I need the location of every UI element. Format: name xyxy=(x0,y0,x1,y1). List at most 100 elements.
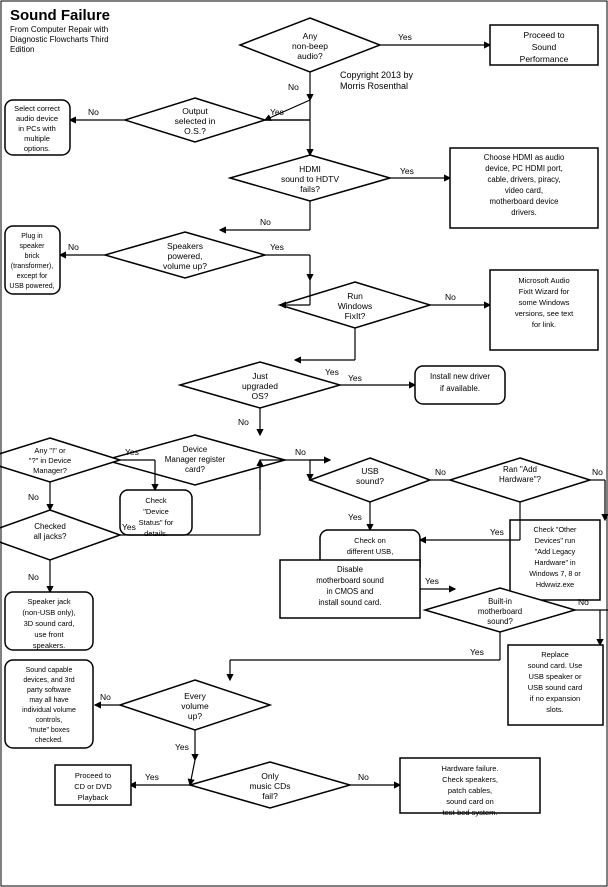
ms-audio-label4: versions, see text xyxy=(515,309,574,318)
select-audio-label3: in PCs with xyxy=(18,124,56,133)
select-audio-label2: audio device xyxy=(16,114,58,123)
upgraded-no-label: No xyxy=(238,417,249,427)
replace-sc-label4: USB sound card xyxy=(528,683,583,692)
plug-speaker-label6: USB powered, xyxy=(9,283,54,290)
speakers-powered-label3: volume up? xyxy=(163,261,207,271)
disable-mb-label1: Disable xyxy=(337,565,363,574)
output-selected-label3: O.S.? xyxy=(184,126,206,136)
any-i-q-label2: "?" in Device xyxy=(29,456,71,465)
hdmi-fails-label3: fails? xyxy=(300,184,320,194)
run-fixit-label2: Windows xyxy=(338,301,372,311)
ran-add-hw-label1: Ran "Add xyxy=(503,465,537,474)
only-cds-label3: fail? xyxy=(262,791,278,801)
plug-speaker-label5: except for xyxy=(17,273,48,280)
add-hw-no-label: No xyxy=(592,467,603,477)
output-no-label: No xyxy=(88,107,99,117)
title: Sound Failure xyxy=(10,7,110,24)
fixit-no-label: No xyxy=(445,292,456,302)
any-non-beep-audio-label1: Any xyxy=(303,31,318,41)
subtitle-line3: Edition xyxy=(10,45,34,54)
checked-jacks-label2: all jacks? xyxy=(34,532,67,541)
checked-jacks-label1: Checked xyxy=(34,522,66,531)
sound-cap-label7: "mute" boxes xyxy=(28,727,70,734)
proceed-sound-label1: Proceed to xyxy=(523,30,564,40)
add-hw-yes-label: Yes xyxy=(490,527,504,537)
chart-border xyxy=(1,1,607,886)
plug-speaker-label2: speaker xyxy=(20,243,46,250)
usb-no-label: No xyxy=(435,467,446,477)
speaker-jack-label5: speakers. xyxy=(33,641,66,650)
diff-usb-label1: Check on xyxy=(354,536,386,545)
speakers-no-label: No xyxy=(68,242,79,252)
cds-label2: "Device xyxy=(143,507,169,516)
plug-speaker-label4: (transformer), xyxy=(11,263,53,270)
speaker-jack-label2: (non-USB only), xyxy=(22,608,75,617)
choose-hdmi-label2: device, PC HDMI port, xyxy=(485,164,563,173)
choose-hdmi-label5: motherboard device xyxy=(490,197,559,206)
builtin-mb-label1: Built-in xyxy=(488,597,512,606)
hdmi-fails-label2: sound to HDTV xyxy=(281,174,339,184)
other-dev-label3: "Add Legacy xyxy=(535,547,576,556)
sound-cap-label4: may all have xyxy=(29,697,68,704)
copyright-line2: Morris Rosenthal xyxy=(340,81,408,91)
output-selected-label2: selected in xyxy=(175,116,216,126)
hw-fail-label5: test-bed system. xyxy=(442,808,497,817)
replace-sc-label2: sound card. Use xyxy=(528,661,583,670)
output-yes-label: Yes xyxy=(270,107,284,117)
sound-cap-label6: controls, xyxy=(36,717,63,724)
every-vol-yes-label: Yes xyxy=(175,742,189,752)
copyright-line1: Copyright 2013 by xyxy=(340,70,414,80)
cd-dvd-label1: Proceed to xyxy=(75,771,111,780)
disable-mb-label4: install sound card. xyxy=(319,598,382,607)
sound-cap-label2: devices, and 3rd xyxy=(23,677,74,684)
choose-hdmi-label3: cable, drivers, piracy, xyxy=(487,175,560,184)
any-i-q-label1: Any "!" or xyxy=(34,446,66,455)
subtitle-line1: From Computer Repair with xyxy=(10,25,108,34)
cds-label4: details. xyxy=(144,529,168,538)
just-upgraded-label2: upgraded xyxy=(242,381,278,391)
only-cds-label2: music CDs xyxy=(249,781,290,791)
usb-sound-label1: USB xyxy=(361,466,379,476)
replace-sc-label5: if no expansion xyxy=(530,694,580,703)
every-vol-no-label: No xyxy=(100,692,111,702)
disable-mb-label3: in CMOS and xyxy=(327,587,374,596)
non-beep-no-label: No xyxy=(288,82,299,92)
run-fixit-label3: FixIt? xyxy=(345,311,366,321)
hdmi-yes-label: Yes xyxy=(400,166,414,176)
other-dev-label6: Hdwwiz.exe xyxy=(536,580,574,589)
cds-yes-label: Yes xyxy=(145,772,159,782)
dm-label3: card? xyxy=(185,465,206,474)
proceed-sound-label2: Sound xyxy=(532,42,557,52)
hw-fail-label3: patch cables, xyxy=(448,786,492,795)
usb-yes-label: Yes xyxy=(348,512,362,522)
diff-usb-label2: different USB, xyxy=(347,547,394,556)
builtin-no-label: No xyxy=(578,597,589,607)
every-vol-label3: up? xyxy=(188,711,202,721)
speakers-powered-label1: Speakers xyxy=(167,241,203,251)
replace-sc-label1: Replace xyxy=(541,650,569,659)
disable-to-builtin-yes: Yes xyxy=(425,576,439,586)
ms-audio-label2: FixIt Wizard for xyxy=(519,287,570,296)
dm-no-label: No xyxy=(295,447,306,457)
select-audio-label1: Select correct xyxy=(14,104,61,113)
install-driver-label1: Install new driver xyxy=(430,372,490,381)
only-cds-label1: Only xyxy=(261,771,279,781)
any-non-beep-audio-label3: audio? xyxy=(297,51,323,61)
speakers-yes-label: Yes xyxy=(270,242,284,252)
every-vol-label2: volume xyxy=(181,701,209,711)
disable-mb-label2: motherboard sound xyxy=(316,576,384,585)
hw-fail-label4: sound card on xyxy=(446,797,494,806)
cd-dvd-label3: Playback xyxy=(78,793,109,802)
speaker-jack-label3: 3D sound card, xyxy=(24,619,75,628)
any-i-q-label3: Manager? xyxy=(33,466,67,475)
to-only-cds xyxy=(190,760,195,785)
speaker-jack-label4: use front xyxy=(34,630,64,639)
select-audio-label4: multiple xyxy=(24,134,50,143)
sound-cap-label5: individual volume xyxy=(22,707,76,714)
cd-dvd-label2: CD or DVD xyxy=(74,782,112,791)
ms-audio-label1: Microsoft Audio xyxy=(518,276,569,285)
any-iq-yes-label: Yes xyxy=(125,447,139,457)
upgraded-yes-label: Yes xyxy=(348,373,362,383)
ms-audio-label5: for link. xyxy=(532,320,556,329)
plug-speaker-label1: Plug in xyxy=(21,233,43,240)
